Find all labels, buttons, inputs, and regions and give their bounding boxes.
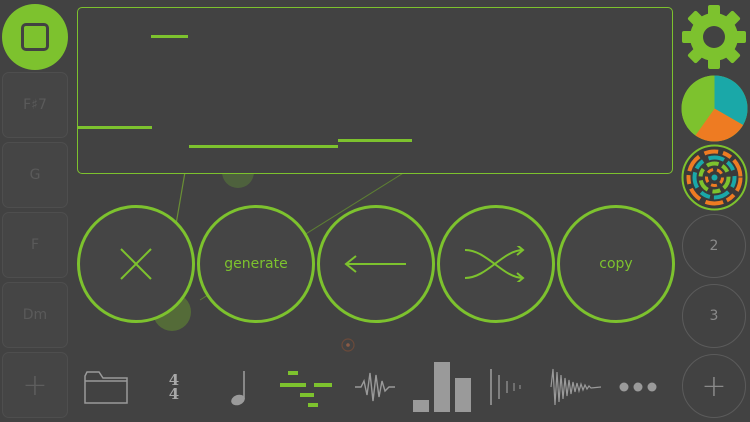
settings-button[interactable]: [680, 3, 748, 71]
add-chord-button[interactable]: +: [2, 352, 68, 418]
stop-button[interactable]: [2, 4, 68, 70]
chord-label: F♯7: [23, 97, 47, 113]
chord-cell-4[interactable]: Dm: [2, 282, 68, 348]
pattern-bars-icon: [280, 371, 332, 407]
waveform-icon: [355, 372, 395, 402]
note-length-button[interactable]: [222, 362, 258, 412]
chord-cell-3[interactable]: F: [2, 212, 68, 278]
waveform-button[interactable]: [352, 362, 398, 412]
stop-icon: [21, 23, 49, 51]
envelope-button[interactable]: [548, 362, 604, 412]
quarter-note-icon: [231, 371, 245, 406]
ring-chart-icon: [681, 144, 748, 211]
pattern-2-label: 2: [709, 238, 719, 254]
folder-icon: [84, 371, 128, 404]
pattern-editor[interactable]: [77, 7, 673, 174]
plus-icon: +: [701, 368, 727, 404]
back-button[interactable]: [317, 205, 435, 323]
chord-cell-2[interactable]: G: [2, 142, 68, 208]
copy-label: copy: [599, 256, 633, 272]
shuffle-button[interactable]: [437, 205, 555, 323]
chord-label: Dm: [22, 307, 48, 323]
chord-cell-1[interactable]: F♯7: [2, 72, 68, 138]
plus-icon: +: [22, 367, 48, 403]
note-bar[interactable]: [189, 145, 338, 148]
arrow-left-icon: [344, 255, 406, 273]
time-signature-button[interactable]: 4 4: [156, 362, 192, 412]
add-pattern-button[interactable]: +: [682, 354, 746, 418]
more-dots-icon: [619, 382, 657, 392]
decay-wave-icon: [550, 368, 602, 406]
generate-label: generate: [224, 256, 288, 272]
x-icon: [120, 248, 152, 280]
gear-icon: [682, 5, 746, 69]
level-bars-icon: [413, 362, 471, 412]
chord-label: G: [29, 167, 41, 183]
copy-button[interactable]: copy: [557, 205, 675, 323]
generate-button[interactable]: generate: [197, 205, 315, 323]
rhythm-ticks-icon: [490, 369, 521, 405]
shuffle-icon: [464, 246, 525, 282]
pattern-mode-button[interactable]: [278, 362, 336, 412]
note-bar[interactable]: [338, 139, 412, 142]
pie-chart-icon: [681, 75, 748, 142]
ring-visualizer-button[interactable]: [681, 144, 748, 211]
folder-button[interactable]: [82, 362, 130, 412]
pattern-3-label: 3: [709, 308, 719, 324]
pattern-2-button[interactable]: 2: [682, 214, 746, 278]
pattern-3-button[interactable]: 3: [682, 284, 746, 348]
clear-button[interactable]: [77, 205, 195, 323]
note-bar[interactable]: [151, 35, 188, 38]
more-button[interactable]: [616, 362, 660, 412]
pattern-1-pie-button[interactable]: [681, 75, 748, 142]
mixer-levels-button[interactable]: [410, 362, 474, 412]
rhythm-button[interactable]: [486, 362, 526, 412]
note-bar[interactable]: [78, 126, 152, 129]
time-signature-bottom: 4: [168, 385, 180, 403]
chord-label: F: [30, 237, 40, 253]
